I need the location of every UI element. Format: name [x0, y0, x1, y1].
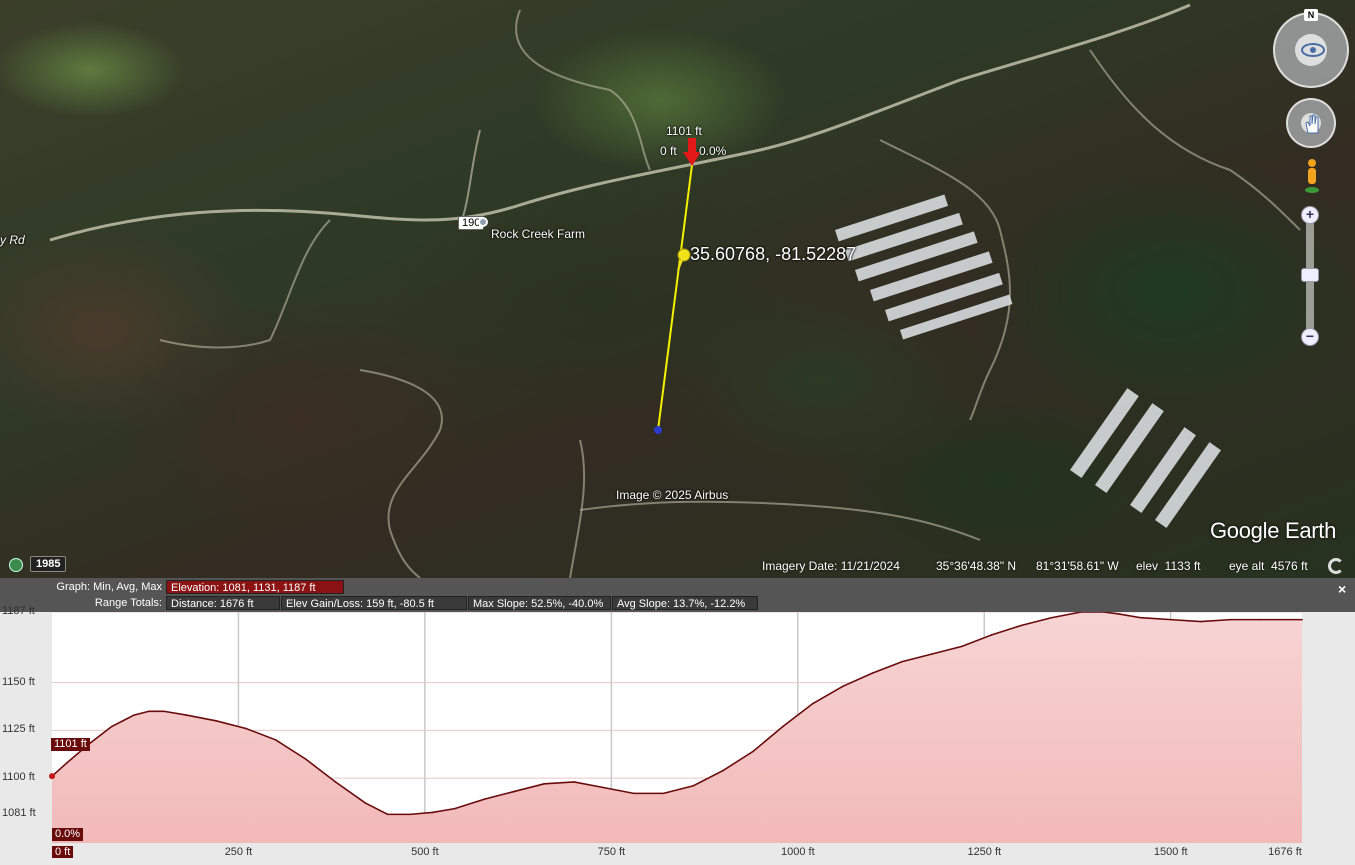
cursor-elevation-tag: 1101 ft — [51, 738, 90, 751]
elevation-point — [66, 762, 68, 764]
elevation-chart[interactable]: 1187 ft 1150 ft 1125 ft 1100 ft 1081 ft 0 ft… — [0, 605, 1355, 865]
elevation-readout: elev 1133 ft — [1136, 559, 1201, 573]
elevation-point — [431, 811, 434, 814]
profile-header: Graph: Min, Avg, Max Elevation: 1081, 11… — [0, 578, 1355, 612]
x-tick-label: 1500 ft — [1153, 846, 1188, 858]
elevation-point — [811, 702, 814, 705]
y-tick-label: 1100 ft — [2, 771, 35, 784]
avg-slope-stat[interactable]: Avg Slope: 13.7%, -12.2% — [612, 596, 758, 610]
elevation-point — [304, 758, 307, 760]
pegman-icon[interactable] — [1303, 158, 1321, 194]
road-name-label: y Rd — [0, 233, 25, 247]
elevation-point — [185, 714, 188, 716]
elevation-point — [133, 714, 135, 716]
path-end-point — [654, 426, 662, 434]
elevation-point — [245, 727, 247, 730]
x-tick-label: 0 ft — [52, 846, 74, 858]
elevation-point — [483, 798, 486, 800]
y-tick-label: 1150 ft — [2, 675, 35, 688]
elevation-point — [148, 710, 150, 713]
elevation-point — [1117, 613, 1120, 615]
elevation-point — [386, 813, 389, 816]
elevation-point — [215, 720, 217, 722]
cursor-slope-label: 0.0% — [699, 144, 727, 158]
zoom-slider-thumb[interactable] — [1301, 268, 1319, 282]
cursor-distance-label: 0 ft — [660, 144, 677, 158]
profile-cursor-point — [49, 773, 55, 780]
google-earth-logo: Google Earth — [1210, 518, 1337, 543]
look-joystick-icon[interactable] — [1273, 12, 1349, 88]
elevation-point — [1259, 618, 1262, 621]
elevation-point — [632, 792, 635, 795]
elevation-point — [409, 813, 411, 816]
eye-altitude-readout: eye alt 4576 ft — [1229, 559, 1308, 573]
elevation-point — [1020, 624, 1023, 627]
y-tick-label: 1187 ft — [2, 605, 35, 617]
elevation-point — [1301, 618, 1303, 621]
elevation-point — [110, 725, 113, 728]
elevation-point — [274, 739, 277, 741]
cursor-slope-tag: 0.0% — [52, 828, 84, 841]
distance-stat[interactable]: Distance: 1676 ft — [166, 596, 280, 610]
latitude-readout: 35°36'48.38" N — [936, 559, 1017, 573]
hand-icon — [1305, 114, 1319, 134]
elevation-point — [364, 802, 367, 804]
north-indicator[interactable]: N — [1304, 9, 1318, 21]
elevation-point — [543, 783, 546, 785]
elevation-point — [334, 781, 337, 783]
close-icon[interactable]: × — [1338, 581, 1346, 597]
imagery-date: Imagery Date: 11/21/2024 — [762, 559, 900, 573]
x-tick-label: 1250 ft — [967, 846, 1002, 858]
elevation-point — [692, 784, 695, 787]
elevation-point — [603, 786, 605, 789]
x-tick-label: 750 ft — [597, 846, 626, 858]
longitude-readout: 81°31'58.61" W — [1036, 559, 1119, 573]
elevation-point — [901, 660, 904, 663]
gain-loss-stat[interactable]: Elev Gain/Loss: 159 ft, -80.5 ft — [281, 596, 467, 610]
elevation-point — [1229, 618, 1232, 621]
elevation-point — [1050, 616, 1053, 619]
image-credit: Image © 2025 Airbus — [616, 488, 729, 502]
elevation-point — [782, 725, 784, 728]
loading-icon — [1328, 558, 1344, 574]
x-tick-label: 250 ft — [224, 846, 253, 858]
y-tick-label: 1081 ft — [2, 807, 36, 820]
elevation-point — [662, 792, 665, 795]
elevation-point — [573, 781, 575, 783]
x-tick-label: 1000 ft — [780, 846, 815, 858]
elevation-point — [752, 750, 754, 753]
elevation-point — [453, 807, 456, 810]
elevation-stats[interactable]: Elevation: 1081, 1131, 1187 ft — [166, 580, 344, 594]
max-slope-stat[interactable]: Max Slope: 52.5%, -40.0% — [468, 596, 611, 610]
x-tick-label: 1676 ft — [1268, 846, 1302, 858]
x-tick-label: 500 ft — [411, 846, 439, 858]
range-totals-label: Range Totals: — [94, 597, 162, 609]
elevation-point — [513, 790, 516, 793]
status-bar: Imagery Date: 11/21/2024 35°36'48.38" N … — [0, 556, 1355, 578]
graph-label: Graph: Min, Avg, Max — [56, 581, 162, 593]
elevation-point — [1140, 616, 1142, 619]
elevation-point — [163, 710, 165, 713]
elevation-point — [871, 672, 874, 674]
pin-coordinates-label: 35.60768, -81.52287 — [690, 244, 857, 264]
elevation-point — [1169, 618, 1172, 621]
elevation-chart-svg[interactable] — [0, 612, 1355, 865]
elevation-point — [841, 685, 844, 688]
cursor-elevation-label: 1101 ft — [666, 124, 702, 138]
elevation-profile-panel: Graph: Min, Avg, Max Elevation: 1081, 11… — [0, 578, 1355, 865]
elevation-point — [722, 769, 725, 772]
move-joystick-icon[interactable] — [1286, 98, 1336, 148]
elevation-point — [990, 634, 993, 636]
satellite-map-view[interactable]: 1101 ft 0 ft 0.0% 35.60768, -81.52287 19… — [0, 0, 1355, 578]
measure-path-line — [657, 164, 693, 431]
place-marker-icon[interactable] — [478, 217, 488, 227]
y-tick-label: 1125 ft — [2, 723, 35, 736]
zoom-in-button[interactable]: + — [1301, 206, 1319, 224]
elevation-point — [1199, 620, 1202, 623]
place-label[interactable]: Rock Creek Farm — [491, 227, 585, 241]
zoom-out-button[interactable]: − — [1301, 328, 1319, 346]
elevation-point — [961, 645, 963, 648]
elevation-point — [931, 653, 933, 655]
eye-icon — [1301, 43, 1325, 57]
